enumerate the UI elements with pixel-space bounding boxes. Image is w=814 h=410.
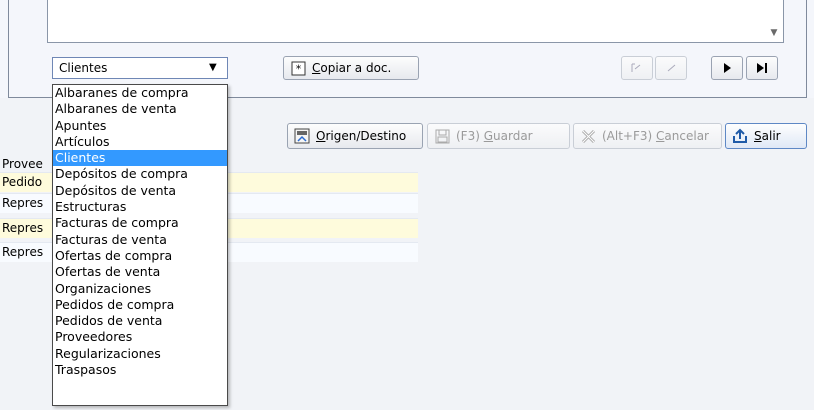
- panel-border-right: [806, 0, 807, 98]
- panel-border-left: [8, 0, 9, 98]
- grid-row-label: Provee: [2, 157, 43, 171]
- dropdown-option[interactable]: Traspasos: [53, 362, 227, 378]
- dropdown-option[interactable]: Albaranes de compra: [53, 85, 227, 101]
- dropdown-option[interactable]: Organizaciones: [53, 281, 227, 297]
- document-type-select[interactable]: Clientes ▼: [52, 57, 228, 79]
- dropdown-option[interactable]: Facturas de venta: [53, 232, 227, 248]
- dropdown-option[interactable]: Ofertas de compra: [53, 248, 227, 264]
- exit-label: Salir: [754, 129, 781, 143]
- dropdown-option[interactable]: Estructuras: [53, 199, 227, 215]
- copy-icon: *: [290, 60, 306, 76]
- save-label: (F3) Guardar: [456, 129, 533, 143]
- origin-destination-label: Origen/Destino: [316, 129, 407, 143]
- cancel-x-icon: [580, 128, 596, 144]
- grid-row-label: Pedido: [2, 175, 43, 189]
- grid-row-label: Repres: [2, 221, 44, 235]
- next-record-button[interactable]: [711, 56, 743, 80]
- save-disk-icon: [434, 128, 450, 144]
- chevron-down-icon[interactable]: ▼: [766, 16, 782, 38]
- dropdown-option[interactable]: Facturas de compra: [53, 215, 227, 231]
- dropdown-option[interactable]: Artículos: [53, 134, 227, 150]
- cancel-label: (Alt+F3) Cancelar: [602, 129, 709, 143]
- first-page-icon: [629, 60, 645, 76]
- copy-to-document-button[interactable]: * Copiar a doc.: [283, 56, 419, 80]
- dropdown-option[interactable]: Depósitos de compra: [53, 166, 227, 182]
- dropdown-option[interactable]: Apuntes: [53, 118, 227, 134]
- exit-button[interactable]: Salir: [725, 123, 807, 149]
- last-page-icon: [754, 60, 770, 76]
- grid-row-label: Repres: [2, 245, 44, 259]
- origin-destination-icon: [294, 128, 310, 144]
- dropdown-arrow-icon[interactable]: ▼: [209, 62, 217, 73]
- dropdown-option[interactable]: Ofertas de venta: [53, 264, 227, 280]
- exit-share-icon: [732, 128, 748, 144]
- dropdown-option[interactable]: Proveedores: [53, 329, 227, 345]
- first-record-button[interactable]: [621, 56, 653, 80]
- cancel-button[interactable]: (Alt+F3) Cancelar: [573, 123, 722, 149]
- copy-to-document-label: Copiar a doc.: [312, 61, 392, 75]
- svg-text:*: *: [295, 62, 301, 75]
- origin-destination-button[interactable]: Origen/Destino: [287, 123, 423, 149]
- dropdown-option[interactable]: Pedidos de venta: [53, 313, 227, 329]
- last-record-button[interactable]: [746, 56, 778, 80]
- document-type-dropdown-list[interactable]: Albaranes de compra Albaranes de venta A…: [52, 84, 228, 406]
- previous-record-button[interactable]: [655, 56, 687, 80]
- next-page-icon: [719, 60, 735, 76]
- dropdown-option[interactable]: Regularizaciones: [53, 346, 227, 362]
- dropdown-option[interactable]: Depósitos de venta: [53, 183, 227, 199]
- document-type-value: Clientes: [59, 61, 108, 75]
- prev-page-icon: [663, 60, 679, 76]
- save-button[interactable]: (F3) Guardar: [427, 123, 570, 149]
- dropdown-option-selected[interactable]: Clientes: [53, 150, 227, 167]
- dropdown-option[interactable]: Albaranes de venta: [53, 101, 227, 117]
- dropdown-option[interactable]: Pedidos de compra: [53, 297, 227, 313]
- grid-row-label: Repres: [2, 196, 44, 210]
- notes-textarea[interactable]: [47, 0, 784, 43]
